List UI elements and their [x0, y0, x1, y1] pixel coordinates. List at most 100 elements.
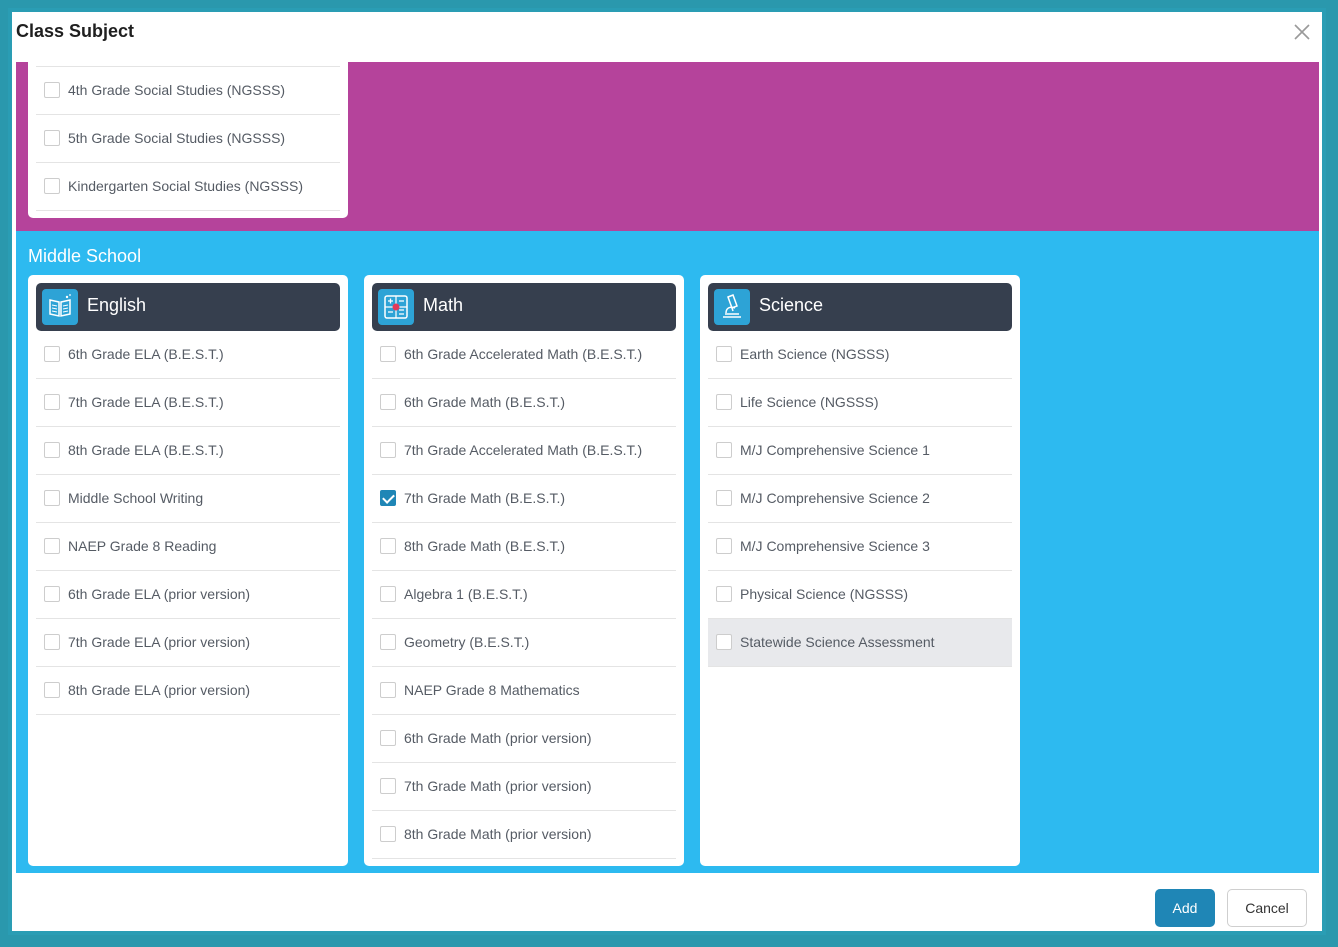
subject-item[interactable]: 7th Grade ELA (prior version) [36, 619, 340, 667]
subject-item[interactable]: Physical Science (NGSSS) [708, 571, 1012, 619]
checkbox[interactable] [380, 682, 396, 698]
subject-item-label: 7th Grade ELA (prior version) [68, 634, 251, 650]
section-title-middle-school: Middle School [28, 246, 142, 266]
checkbox[interactable] [716, 346, 732, 362]
subject-item-label: 6th Grade Accelerated Math (B.E.S.T.) [404, 346, 643, 362]
science-card: Science Earth Science (NGSSS) Life Scienc… [700, 275, 1020, 866]
close-icon[interactable] [1290, 20, 1314, 44]
checkbox[interactable] [44, 538, 60, 554]
subject-item[interactable]: 6th Grade ELA (prior version) [36, 571, 340, 619]
subject-item[interactable]: 7th Grade Accelerated Math (B.E.S.T.) [372, 427, 676, 475]
subject-item[interactable]: Life Science (NGSSS) [708, 379, 1012, 427]
checkbox[interactable] [44, 490, 60, 506]
math-card-title: Math [423, 295, 464, 315]
checkbox[interactable] [380, 394, 396, 410]
subject-item[interactable]: 8th Grade Math (B.E.S.T.) [372, 523, 676, 571]
cancel-button[interactable]: Cancel [1227, 889, 1307, 927]
checkbox-checked[interactable] [380, 490, 396, 506]
subject-item[interactable]: M/J Comprehensive Science 3 [708, 523, 1012, 571]
subject-item-label: M/J Comprehensive Science 3 [740, 538, 930, 554]
add-button[interactable]: Add [1155, 889, 1215, 927]
subject-item-label: M/J Comprehensive Science 2 [740, 490, 930, 506]
subject-item[interactable]: Statewide Science Assessment [708, 619, 1012, 667]
checkbox[interactable] [380, 538, 396, 554]
checkbox[interactable] [716, 634, 732, 650]
subject-item[interactable]: NAEP Grade 8 Reading [36, 523, 340, 571]
checkbox[interactable] [716, 442, 732, 458]
microscope-icon [714, 289, 750, 325]
checkbox[interactable] [44, 442, 60, 458]
subject-item-label: 4th Grade Social Studies (NGSSS) [68, 82, 286, 98]
subject-item-label: Kindergarten Social Studies (NGSSS) [68, 178, 303, 194]
subject-item-label: Life Science (NGSSS) [740, 394, 879, 410]
calculator-icon [378, 289, 414, 325]
subject-item[interactable]: 8th Grade ELA (B.E.S.T.) [36, 427, 340, 475]
checkbox[interactable] [44, 586, 60, 602]
subject-item-label: 6th Grade ELA (B.E.S.T.) [68, 346, 224, 362]
checkbox[interactable] [380, 634, 396, 650]
subject-item-label: Earth Science (NGSSS) [740, 346, 890, 362]
subject-item[interactable]: 7th Grade ELA (B.E.S.T.) [36, 379, 340, 427]
subject-item[interactable]: Geometry (B.E.S.T.) [372, 619, 676, 667]
subject-item-label: 7th Grade Accelerated Math (B.E.S.T.) [404, 442, 643, 458]
checkbox[interactable] [380, 778, 396, 794]
science-card-title: Science [759, 295, 824, 315]
class-subject-modal: Class Subject 4th Grade Social Studies (… [8, 8, 1326, 935]
checkbox[interactable] [44, 130, 60, 146]
subject-item[interactable]: 6th Grade Accelerated Math (B.E.S.T.) [372, 331, 676, 379]
checkbox[interactable] [380, 586, 396, 602]
checkbox[interactable] [44, 82, 60, 98]
subject-item-label: 5th Grade Social Studies (NGSSS) [68, 130, 286, 146]
subject-item[interactable]: 4th Grade Social Studies (NGSSS) [36, 67, 340, 115]
social-studies-list: 4th Grade Social Studies (NGSSS) 5th Grad… [36, 66, 340, 211]
elementary-section: 4th Grade Social Studies (NGSSS) 5th Grad… [16, 62, 1319, 231]
checkbox[interactable] [716, 490, 732, 506]
modal-title: Class Subject [16, 21, 135, 41]
english-list: 6th Grade ELA (B.E.S.T.) 7th Grade ELA (B… [36, 331, 340, 715]
checkbox[interactable] [380, 730, 396, 746]
checkbox[interactable] [44, 394, 60, 410]
subject-item-label: Statewide Science Assessment [740, 634, 935, 650]
checkbox[interactable] [44, 346, 60, 362]
subject-item-label: Physical Science (NGSSS) [740, 586, 909, 602]
subject-item[interactable]: 6th Grade ELA (B.E.S.T.) [36, 331, 340, 379]
subject-item[interactable]: M/J Comprehensive Science 1 [708, 427, 1012, 475]
math-list: 6th Grade Accelerated Math (B.E.S.T.) 6th… [372, 331, 676, 859]
english-card-title: English [87, 295, 147, 315]
book-icon [42, 289, 78, 325]
checkbox[interactable] [380, 826, 396, 842]
subject-item-label: Geometry (B.E.S.T.) [404, 634, 530, 650]
subject-item-label: NAEP Grade 8 Mathematics [404, 682, 580, 698]
checkbox[interactable] [716, 538, 732, 554]
subject-item[interactable]: 8th Grade ELA (prior version) [36, 667, 340, 715]
subject-item[interactable]: 6th Grade Math (prior version) [372, 715, 676, 763]
checkbox[interactable] [44, 682, 60, 698]
checkbox[interactable] [716, 586, 732, 602]
subject-item-label: 7th Grade Math (prior version) [404, 778, 592, 794]
subject-item[interactable]: M/J Comprehensive Science 2 [708, 475, 1012, 523]
subject-item[interactable]: Earth Science (NGSSS) [708, 331, 1012, 379]
subject-item[interactable]: Kindergarten Social Studies (NGSSS) [36, 163, 340, 211]
social-studies-card: 4th Grade Social Studies (NGSSS) 5th Grad… [28, 62, 348, 218]
subject-item[interactable]: NAEP Grade 8 Mathematics [372, 667, 676, 715]
subject-item-label: 7th Grade ELA (B.E.S.T.) [68, 394, 224, 410]
math-card-header: Math [372, 283, 676, 331]
subject-item-label: 7th Grade Math (B.E.S.T.) [404, 490, 566, 506]
subject-item-label: 8th Grade ELA (prior version) [68, 682, 251, 698]
checkbox[interactable] [44, 634, 60, 650]
subject-item[interactable]: 7th Grade Math (B.E.S.T.) [372, 475, 676, 523]
subject-item[interactable]: Algebra 1 (B.E.S.T.) [372, 571, 676, 619]
subject-scroll-area[interactable]: 4th Grade Social Studies (NGSSS) 5th Grad… [16, 62, 1319, 873]
checkbox[interactable] [44, 178, 60, 194]
subject-item[interactable]: 7th Grade Math (prior version) [372, 763, 676, 811]
checkbox[interactable] [380, 442, 396, 458]
subject-item[interactable]: 5th Grade Social Studies (NGSSS) [36, 115, 340, 163]
subject-item[interactable]: 8th Grade Math (prior version) [372, 811, 676, 859]
subject-item[interactable]: 6th Grade Math (B.E.S.T.) [372, 379, 676, 427]
subject-item-label: NAEP Grade 8 Reading [68, 538, 217, 554]
checkbox[interactable] [716, 394, 732, 410]
subject-item[interactable]: Middle School Writing [36, 475, 340, 523]
modal-footer: Add Cancel [12, 873, 1322, 931]
checkbox[interactable] [380, 346, 396, 362]
subject-item-label: Algebra 1 (B.E.S.T.) [404, 586, 528, 602]
